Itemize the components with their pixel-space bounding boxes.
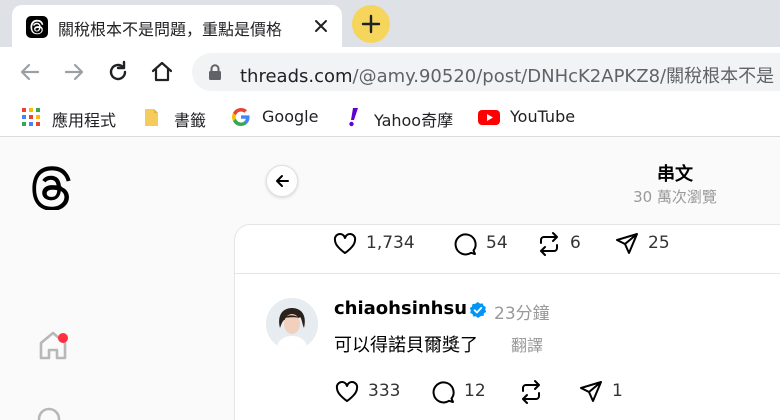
reload-icon[interactable]	[104, 58, 132, 86]
comment-button[interactable]: 54	[452, 230, 512, 258]
threads-page: 串文 30 萬次瀏覽 1,734 54 6 25 chiaohsinhsu 23…	[0, 138, 780, 420]
browser-toolbar: threads.com/@amy.90520/post/DNHcK2APKZ8/…	[0, 47, 780, 97]
forward-arrow-icon[interactable]	[60, 58, 88, 86]
reply-like-count: 333	[368, 381, 401, 401]
bookmark-label: Yahoo奇摩	[374, 111, 454, 130]
heart-icon	[335, 380, 359, 402]
google-icon	[232, 107, 250, 126]
share-count: 25	[648, 233, 670, 253]
reply-share-button[interactable]: 1	[578, 378, 628, 406]
bookmark-youtube[interactable]: YouTube	[478, 105, 588, 129]
back-arrow-icon[interactable]	[16, 58, 44, 86]
heart-icon	[333, 232, 357, 254]
reply-repost-button[interactable]	[518, 378, 548, 406]
new-tab-button[interactable]	[352, 5, 390, 43]
bookmark-yahoo[interactable]: Yahoo奇摩	[342, 105, 462, 130]
bookmark-folder[interactable]: 書籤	[142, 105, 222, 130]
repost-icon	[522, 380, 540, 404]
home-page-icon[interactable]	[148, 58, 176, 86]
reply-comment-button[interactable]: 12	[430, 378, 490, 406]
like-count: 1,734	[366, 233, 415, 253]
arrow-left-icon	[276, 175, 289, 187]
comment-bubble-icon	[454, 233, 477, 256]
reply-like-button[interactable]: 333	[334, 378, 404, 406]
bookmark-label: YouTube	[510, 107, 576, 126]
browser-tab-strip: 關稅根本不是問題，重點是價格	[0, 0, 780, 47]
url-path: /@amy.90520/post/DNHcK2APKZ8/關稅根本不是	[352, 66, 775, 87]
threads-favicon-icon	[26, 16, 48, 38]
send-icon	[616, 233, 638, 254]
plus-icon	[361, 14, 381, 34]
tab-close-icon[interactable]	[310, 15, 332, 37]
reply-username[interactable]: chiaohsinhsu	[334, 298, 467, 319]
divider	[234, 273, 780, 274]
reply-text: 可以得諾貝爾獎了	[334, 335, 478, 356]
threads-logo-icon[interactable]	[32, 166, 72, 210]
translate-link[interactable]: 翻譯	[511, 332, 543, 356]
yahoo-icon	[349, 108, 358, 127]
reply-share-count: 1	[612, 381, 623, 401]
view-count: 30 萬次瀏覽	[633, 188, 717, 206]
reply-comment-count: 12	[464, 381, 486, 401]
tab-title: 關稅根本不是問題，重點是價格	[58, 20, 283, 39]
bookmark-apps[interactable]: 應用程式	[20, 105, 130, 130]
reply-time: 23分鐘	[494, 304, 550, 324]
bookmarks-bar: 應用程式 書籤 Google Yahoo奇摩 YouTube	[0, 97, 780, 137]
share-button[interactable]: 25	[614, 230, 674, 258]
verified-badge-icon	[469, 302, 487, 318]
repost-count: 6	[570, 233, 581, 253]
youtube-icon	[478, 110, 500, 125]
avatar[interactable]	[266, 298, 318, 350]
folder-icon	[145, 109, 158, 126]
apps-grid-icon	[22, 108, 40, 126]
notification-dot	[58, 333, 68, 343]
bookmark-label: 書籤	[174, 111, 207, 130]
repost-icon	[540, 232, 558, 256]
search-icon[interactable]	[34, 404, 68, 420]
url-text: threads.com/@amy.90520/post/DNHcK2APKZ8/…	[240, 62, 774, 88]
comment-bubble-icon	[432, 381, 455, 404]
bookmark-google[interactable]: Google	[230, 105, 330, 129]
comment-count: 54	[486, 233, 508, 253]
address-bar[interactable]: threads.com/@amy.90520/post/DNHcK2APKZ8/…	[192, 53, 780, 91]
url-domain: threads.com	[240, 66, 353, 87]
page-title: 串文	[657, 164, 693, 185]
bookmark-label: Google	[262, 107, 319, 126]
user-avatar-icon	[266, 298, 318, 350]
browser-tab[interactable]: 關稅根本不是問題，重點是價格	[12, 5, 342, 47]
lock-icon[interactable]	[208, 64, 222, 80]
like-button[interactable]: 1,734	[332, 230, 415, 258]
repost-button[interactable]: 6	[536, 230, 588, 258]
send-icon	[580, 381, 602, 402]
bookmark-label: 應用程式	[52, 111, 117, 130]
back-button[interactable]	[266, 165, 298, 197]
